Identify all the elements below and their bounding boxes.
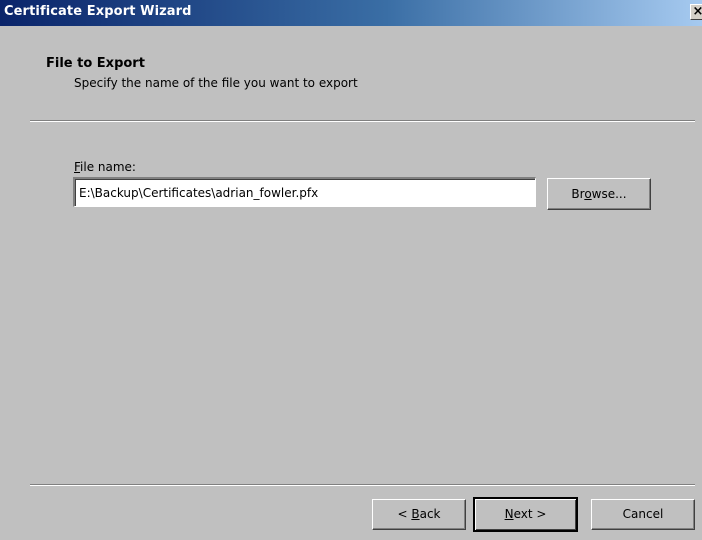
back-button[interactable]: < Back [372,499,466,530]
file-name-label-text: ile name: [80,160,136,174]
back-label-post: ack [419,507,441,521]
next-button[interactable]: Next > [473,497,578,532]
browse-label-post: wse... [591,187,627,201]
header-divider [30,120,695,122]
next-label-post: ext > [513,507,547,521]
back-label-mnemonic: B [411,507,420,521]
file-name-label: File name: [74,160,136,174]
close-icon[interactable]: × [690,4,702,20]
cancel-button[interactable]: Cancel [591,499,695,530]
wizard-header: File to Export Specify the name of the f… [0,26,702,118]
footer-divider [30,484,695,486]
next-label-mnemonic: N [504,507,514,521]
file-name-input[interactable] [73,177,536,207]
page-title: File to Export [46,56,145,71]
title-bar[interactable]: Certificate Export Wizard × [0,0,702,26]
browse-label-mnemonic: o [584,187,592,201]
browse-button[interactable]: Browse... [547,178,651,210]
page-subtitle: Specify the name of the file you want to… [74,76,358,90]
browse-label-pre: Br [571,187,585,201]
back-label-pre: < [397,507,412,521]
window-title: Certificate Export Wizard [4,4,192,19]
wizard-window: Certificate Export Wizard × File to Expo… [0,0,702,540]
